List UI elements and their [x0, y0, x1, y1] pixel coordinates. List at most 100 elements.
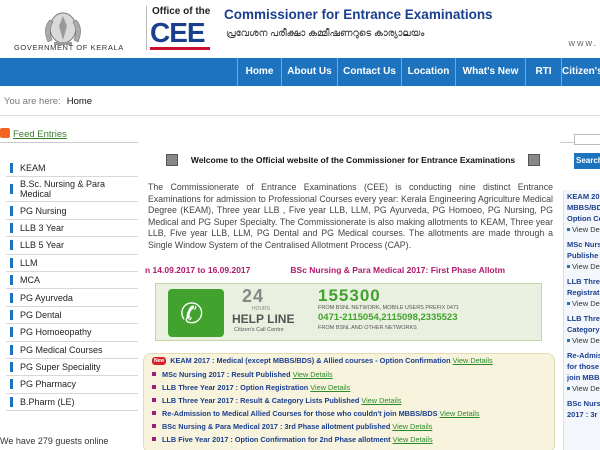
sidebar-item[interactable]: PG Dental	[6, 307, 138, 325]
sidebar-item-label: PG Ayurveda	[20, 292, 73, 303]
bullet-bar-icon	[10, 205, 13, 216]
announcement-item: LLB Three Year 2017 : Option Registratio…	[152, 383, 350, 392]
sidebar-item[interactable]: KEAM	[6, 160, 138, 178]
panel-text: Re-Admis	[567, 351, 600, 360]
panel-news-title[interactable]: Publishe	[567, 251, 598, 260]
sidebar-item[interactable]: LLB 3 Year	[6, 220, 138, 238]
bullet-bar-icon	[10, 222, 13, 233]
bullet-icon	[152, 437, 156, 441]
panel-news-title[interactable]: Registrat	[567, 288, 600, 297]
panel-view-details-link[interactable]: View De	[567, 225, 600, 234]
site-title-english: Commissioner for Entrance Examinations	[224, 7, 493, 22]
bullet-bar-icon	[10, 379, 13, 390]
bullet-icon	[567, 302, 570, 305]
sidebar-item[interactable]: MCA	[6, 272, 138, 290]
bullet-bar-icon	[10, 362, 13, 373]
panel-news-title[interactable]: 2017 : 3r	[567, 410, 597, 419]
site-title-malayalam: പ്രവേശന പരീക്ഷാ കമ്മീഷണറുടെ കാര്യാലയം	[226, 28, 425, 39]
bullet-icon	[567, 339, 570, 342]
search-input[interactable]	[574, 134, 600, 145]
sidebar-item[interactable]: B.Sc. Nursing & Para Medical	[6, 177, 138, 203]
nav-item-citizen-s[interactable]: Citizen's	[561, 58, 600, 86]
nav-item-rti[interactable]: RTI	[525, 58, 561, 86]
view-details-link[interactable]: View Details	[440, 409, 480, 418]
panel-view-details-link[interactable]: View De	[567, 336, 600, 345]
ticker-item[interactable]: BSc Nursing & Para Medical 2017: First P…	[290, 265, 505, 275]
sidebar-item-label: PG Nursing	[20, 205, 67, 216]
panel-text: LLB Three	[567, 314, 600, 323]
nav-item-what-s-new[interactable]: What's New	[455, 58, 525, 86]
sidebar-item[interactable]: LLB 5 Year	[6, 237, 138, 255]
panel-news-title[interactable]: MBBS/BD	[567, 203, 600, 212]
cee-logo[interactable]: CEE	[150, 17, 206, 49]
panel-text: View De	[572, 225, 600, 234]
announcement-text: BSc Nursing & Para Medical 2017 : 3rd Ph…	[162, 422, 391, 431]
panel-news-title[interactable]: join MBB	[567, 373, 600, 382]
announcement-item: New KEAM 2017 : Medical (except MBBS/BDS)…	[152, 356, 493, 365]
bullet-bar-icon	[10, 344, 13, 355]
helpline-number-secondary: 0471-2115054,2115098,2335523	[318, 312, 458, 323]
breadcrumb-prefix: You are here:	[4, 96, 61, 107]
panel-view-details-link[interactable]: View De	[567, 384, 600, 393]
panel-news-title[interactable]: KEAM 20	[567, 192, 600, 201]
panel-news-title[interactable]: for those	[567, 362, 599, 371]
sidebar-item[interactable]: PG Ayurveda	[6, 289, 138, 307]
view-details-link[interactable]: View Details	[310, 383, 350, 392]
panel-text: BSc Nurs	[567, 399, 600, 408]
announcement-item: BSc Nursing & Para Medical 2017 : 3rd Ph…	[152, 422, 432, 431]
panel-text: Publishe	[567, 251, 599, 260]
view-details-link[interactable]: View Details	[453, 356, 493, 365]
announcement-text: KEAM 2017 : Medical (except MBBS/BDS) & …	[170, 356, 451, 365]
panel-news-title[interactable]: LLB Three	[567, 277, 600, 286]
panel-text: KEAM 20	[567, 192, 600, 201]
header-divider	[146, 6, 147, 50]
nav-item-location[interactable]: Location	[401, 58, 455, 86]
nav-item-about-us[interactable]: About Us	[281, 58, 337, 86]
panel-news-title[interactable]: Category	[567, 325, 600, 334]
sidebar-item[interactable]: B.Pharm (LE)	[6, 394, 138, 412]
panel-news-title[interactable]: LLB Three	[567, 314, 600, 323]
bullet-bar-icon	[10, 163, 13, 174]
ticker-item[interactable]: n 14.09.2017 to 16.09.2017	[145, 265, 250, 275]
sidebar-item[interactable]: LLM	[6, 255, 138, 272]
panel-news-title[interactable]: BSc Nurs	[567, 399, 600, 408]
breadcrumb-divider	[0, 115, 600, 116]
announcement-text: MSc Nursing 2017 : Result Published	[162, 370, 291, 379]
panel-view-details-link[interactable]: View De	[567, 299, 600, 308]
panel-news-title[interactable]: MSc Nurs	[567, 240, 600, 249]
search-button[interactable]: Search	[574, 153, 600, 169]
news-ticker[interactable]: n 14.09.2017 to 16.09.2017 BSc Nursing & …	[145, 265, 555, 277]
sidebar-item[interactable]: PG Super Speciality	[6, 359, 138, 377]
sidebar-item[interactable]: PG Pharmacy	[6, 376, 138, 394]
sidebar-item[interactable]: PG Homoeopathy	[6, 324, 138, 342]
feed-entries-link[interactable]: Feed Entries	[0, 128, 67, 140]
panel-text: LLB Three	[567, 277, 600, 286]
view-details-link[interactable]: View Details	[361, 396, 401, 405]
sidebar-item[interactable]: PG Nursing	[6, 202, 138, 220]
sidebar-item-label: PG Pharmacy	[20, 379, 77, 390]
sidebar-item-label: PG Dental	[20, 309, 62, 320]
main-nav: Home About Us Contact Us Location What's New…	[0, 58, 600, 86]
view-details-link[interactable]: View Details	[392, 422, 432, 431]
latest-news-panel: KEAM 20 MBBS/BD Option Co View De MSc Nurs Pu…	[563, 190, 600, 450]
announcement-text: LLB Three Year 2017 : Option Registratio…	[162, 383, 309, 392]
panel-text: View De	[572, 336, 600, 345]
sidebar-item[interactable]: PG Medical Courses	[6, 342, 138, 359]
panel-view-details-link[interactable]: View De	[567, 262, 600, 271]
bullet-bar-icon	[10, 240, 13, 251]
bullet-bar-icon	[10, 327, 13, 338]
view-details-link[interactable]: View Details	[293, 370, 333, 379]
panel-news-title[interactable]: Option Co	[567, 214, 600, 223]
nav-item-home[interactable]: Home	[237, 58, 281, 86]
sidebar-item-label: B.Pharm (LE)	[20, 396, 75, 407]
welcome-text: Welcome to the Official website of the C…	[190, 155, 516, 165]
view-details-link[interactable]: View Details	[393, 435, 433, 444]
panel-news-title[interactable]: Re-Admis	[567, 351, 600, 360]
sidebar-item-label: B.Sc. Nursing & Para Medical	[20, 179, 106, 200]
announcement-item: LLB Three Year 2017 : Result & Category …	[152, 396, 401, 405]
helpline-banner: ✆ 24 HOURS HELP LINE Citizen's Call Cent…	[155, 283, 542, 341]
breadcrumb-home-link[interactable]: Home	[67, 96, 92, 107]
cee-logo-underline	[150, 47, 210, 50]
nav-item-contact-us[interactable]: Contact Us	[337, 58, 401, 86]
sidebar-item-label: LLB 3 Year	[20, 222, 65, 233]
